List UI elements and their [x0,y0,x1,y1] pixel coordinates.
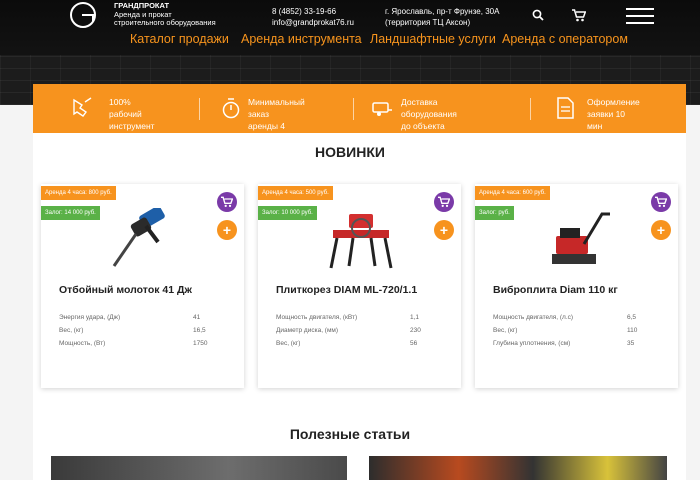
menu-icon[interactable] [626,8,654,24]
article-card[interactable] [369,456,667,480]
spec-key: Мощность, (Вт) [59,340,106,347]
cart-icon [438,196,451,207]
feature-line: Минимальный заказ [248,97,305,119]
rent-price-badge: Аренда 4 часа: 800 руб. [41,186,116,200]
section-title-articles: Полезные статьи [289,426,411,442]
spec-value: 6,5 [627,314,637,321]
section-title-new: НОВИНКИ [315,144,385,160]
spec-row: Диаметр диска, (мм) 230 [276,327,436,340]
spec-row: Мощность, (Вт) 1750 [59,340,219,353]
spec-key: Мощность двигателя, (л.с) [493,314,574,321]
add-button[interactable]: + [217,220,237,240]
logo-icon[interactable] [70,2,96,28]
rent-price-badge: Аренда 4 часа: 600 руб. [475,186,550,200]
spec-row: Глубина уплотнения, (см) 35 [493,340,653,353]
spec-key: Вес, (кг) [493,327,518,334]
article-card[interactable] [51,456,347,480]
tile-cutter-image [329,214,393,269]
deposit-badge: Залог: руб. [475,206,514,220]
spec-row: Вес, (кг) 16,5 [59,327,219,340]
stopwatch-icon [222,98,240,119]
spec-row: Мощность двигателя, (л.с) 6,5 [493,314,653,327]
phone-link[interactable]: 8 (4852) 33-19-66 [272,6,354,17]
feature-line: Доставка оборудования [401,97,457,119]
product-card[interactable]: Аренда 4 часа: 500 руб. Залог: 10 000 ру… [258,184,461,388]
spec-list: Энергия удара, (Дж) 41 Вес, (кг) 16,5 Мощн… [59,314,219,353]
spec-row: Вес, (кг) 56 [276,340,436,353]
address: г. Ярославль, пр-т Фрунзе, 30А (территор… [385,6,499,28]
add-to-cart-button[interactable] [217,192,237,212]
nav-item-tool-rent[interactable]: Аренда инструмента [241,32,362,46]
main-nav: Каталог продажи Аренда инструмента Ландш… [0,32,700,50]
spec-value: 56 [410,340,418,347]
plate-compactor-image [552,212,610,264]
spec-key: Вес, (кг) [59,327,84,334]
product-title[interactable]: Плиткорез DIAM ML-720/1.1 [276,284,417,296]
cart-icon [655,196,668,207]
product-title[interactable]: Отбойный молоток 41 Дж [59,284,192,296]
add-button[interactable]: + [651,220,671,240]
divider [530,98,531,120]
spec-key: Мощность двигателя, (кВт) [276,314,358,321]
contacts: 8 (4852) 33-19-66 info@grandprokat76.ru [272,6,354,28]
spec-value: 16,5 [193,327,206,334]
email-link[interactable]: info@grandprokat76.ru [272,17,354,28]
search-icon[interactable] [532,9,544,21]
spec-value: 1750 [193,340,208,347]
product-card[interactable]: Аренда 4 часа: 600 руб. Залог: руб. + Ви… [475,184,678,388]
feature-line: 100% рабочий [109,97,142,119]
spec-value: 41 [193,314,201,321]
brand-tagline-2: строительного оборудования [114,18,216,27]
spec-list: Мощность двигателя, (кВт) 1,1 Диаметр дис… [276,314,436,353]
spec-value: 110 [627,327,638,334]
add-to-cart-button[interactable] [651,192,671,212]
cart-icon [221,196,234,207]
feature-line: инструмент [109,121,155,131]
feature-line: до объекта [401,121,445,131]
drill-icon [73,97,92,117]
spec-list: Мощность двигателя, (л.с) 6,5 Вес, (кг) 11… [493,314,653,353]
add-button[interactable]: + [434,220,454,240]
document-icon [557,97,574,119]
divider [353,98,354,120]
spec-key: Энергия удара, (Дж) [59,314,121,321]
spec-row: Мощность двигателя, (кВт) 1,1 [276,314,436,327]
spec-key: Глубина уплотнения, (см) [493,340,571,347]
feature-line: заявки 10 мин [587,109,626,131]
feature-line: Оформление [587,97,640,107]
deposit-badge: Залог: 10 000 руб. [258,206,317,220]
features-bar: 100% рабочий инструмент Минимальный зака… [33,84,686,143]
brand-block: ГРАНДПРОКАТ Аренда и прокат строительног… [114,1,216,28]
spec-value: 35 [627,340,635,347]
spec-key: Диаметр диска, (мм) [276,327,339,334]
address-line-2: (территория ТЦ Аксон) [385,18,471,27]
address-line-1: г. Ярославль, пр-т Фрунзе, 30А [385,7,500,16]
rent-price-badge: Аренда 4 часа: 500 руб. [258,186,333,200]
divider [199,98,200,120]
cart-icon[interactable] [572,9,586,22]
deposit-badge: Залог: 14 000 руб. [41,206,100,220]
nav-item-catalog[interactable]: Каталог продажи [130,32,229,46]
trailer-icon [372,102,392,116]
spec-row: Энергия удара, (Дж) 41 [59,314,219,327]
add-to-cart-button[interactable] [434,192,454,212]
jackhammer-image [112,208,165,267]
spec-key: Вес, (кг) [276,340,301,347]
spec-value: 1,1 [410,314,420,321]
product-card[interactable]: Аренда 4 часа: 800 руб. Залог: 14 000 ру… [41,184,244,388]
nav-item-landscape[interactable]: Ландшафтные услуги [370,32,496,46]
spec-row: Вес, (кг) 110 [493,327,653,340]
product-title[interactable]: Виброплита Diam 110 кг [493,284,618,296]
nav-item-operator-rent[interactable]: Аренда с оператором [502,32,628,46]
spec-value: 230 [410,327,421,334]
